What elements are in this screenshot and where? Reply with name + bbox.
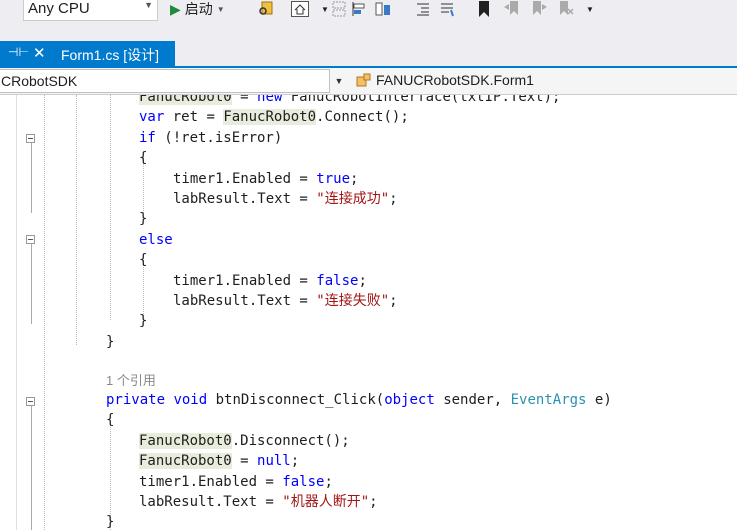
home-icon[interactable]: [291, 0, 309, 18]
code-line: timer1.Enabled = false;: [173, 273, 367, 289]
project-dropdown-value: CRobotSDK: [1, 73, 78, 89]
code-line: }: [139, 211, 148, 227]
clear-bookmarks-icon[interactable]: [557, 0, 575, 18]
code-line: if (!ret.isError): [139, 130, 283, 146]
outline-line: [31, 244, 32, 324]
code-line: private void btnDisconnect_Click(object …: [106, 392, 612, 408]
code-line: }: [106, 514, 115, 530]
code-line: {: [106, 412, 115, 428]
comment-icon[interactable]: [438, 0, 456, 18]
chevron-down-icon[interactable]: ▼: [217, 5, 225, 14]
code-line: timer1.Enabled = false;: [139, 474, 333, 490]
collapse-toggle[interactable]: [26, 235, 35, 244]
code-line: }: [106, 334, 115, 350]
code-line: {: [139, 150, 148, 166]
align-left-icon[interactable]: [350, 0, 368, 18]
code-line: timer1.Enabled = true;: [173, 171, 359, 187]
chevron-down-icon: ▼: [144, 0, 153, 10]
code-editor[interactable]: FanucRobot0 = new FanucRobotInterface(tx…: [0, 95, 737, 530]
close-icon[interactable]: ✕: [33, 44, 46, 62]
find-icon[interactable]: [256, 0, 274, 18]
pin-icon[interactable]: ⊣⊢: [8, 45, 29, 59]
start-button[interactable]: ▶ 启动 ▼: [170, 0, 225, 20]
navigation-bar: CRobotSDK ▼ FANUCRobotSDK.Form1: [0, 68, 737, 95]
codelens-references[interactable]: 1 个引用: [106, 371, 156, 391]
toolbar: Any CPU ▼ ▶ 启动 ▼ ▼ ▼: [0, 0, 737, 36]
align-icon[interactable]: [330, 0, 348, 18]
tab-form1-design[interactable]: ⊣⊢ ✕ Form1.cs [设计]: [0, 41, 175, 66]
indent-guide: [110, 95, 111, 320]
code-line: else: [139, 232, 173, 248]
code-line: var ret = FanucRobot0.Connect();: [139, 109, 409, 125]
code-line: FanucRobot0.Disconnect();: [139, 433, 350, 449]
type-dropdown-value: FANUCRobotSDK.Form1: [376, 72, 534, 88]
class-icon: [356, 73, 372, 89]
tab-label: Form1.cs [设计]: [61, 47, 160, 63]
previous-bookmark-icon[interactable]: [503, 0, 521, 18]
solution-platform-dropdown[interactable]: Any CPU ▼: [23, 0, 158, 21]
bookmark-icon[interactable]: [475, 0, 493, 18]
start-label: 启动: [184, 1, 213, 17]
collapse-toggle[interactable]: [26, 397, 35, 406]
collapse-toggle[interactable]: [26, 134, 35, 143]
chevron-down-icon[interactable]: ▼: [330, 69, 348, 93]
indent-guide: [76, 95, 77, 345]
indent-guide: [44, 95, 45, 530]
type-dropdown[interactable]: FANUCRobotSDK.Form1: [352, 69, 737, 93]
code-line: labResult.Text = "连接失败";: [173, 293, 398, 309]
code-line: }: [139, 313, 148, 329]
outline-line: [31, 406, 32, 530]
code-line: FanucRobot0 = null;: [139, 453, 300, 469]
code-line: labResult.Text = "机器人断开";: [139, 494, 378, 510]
align-center-icon[interactable]: [374, 0, 392, 18]
code-line: FanucRobot0 = new FanucRobotInterface(tx…: [139, 95, 560, 107]
chevron-down-icon[interactable]: ▼: [581, 0, 599, 18]
editor-margin: [16, 95, 17, 530]
solution-platform-value: Any CPU: [28, 0, 90, 17]
next-bookmark-icon[interactable]: [530, 0, 548, 18]
outline-line: [31, 143, 32, 213]
project-dropdown[interactable]: CRobotSDK: [0, 69, 330, 93]
code-line: {: [139, 252, 148, 268]
code-line: labResult.Text = "连接成功";: [173, 191, 398, 207]
play-icon: ▶: [170, 0, 181, 17]
outdent-icon[interactable]: [414, 0, 432, 18]
